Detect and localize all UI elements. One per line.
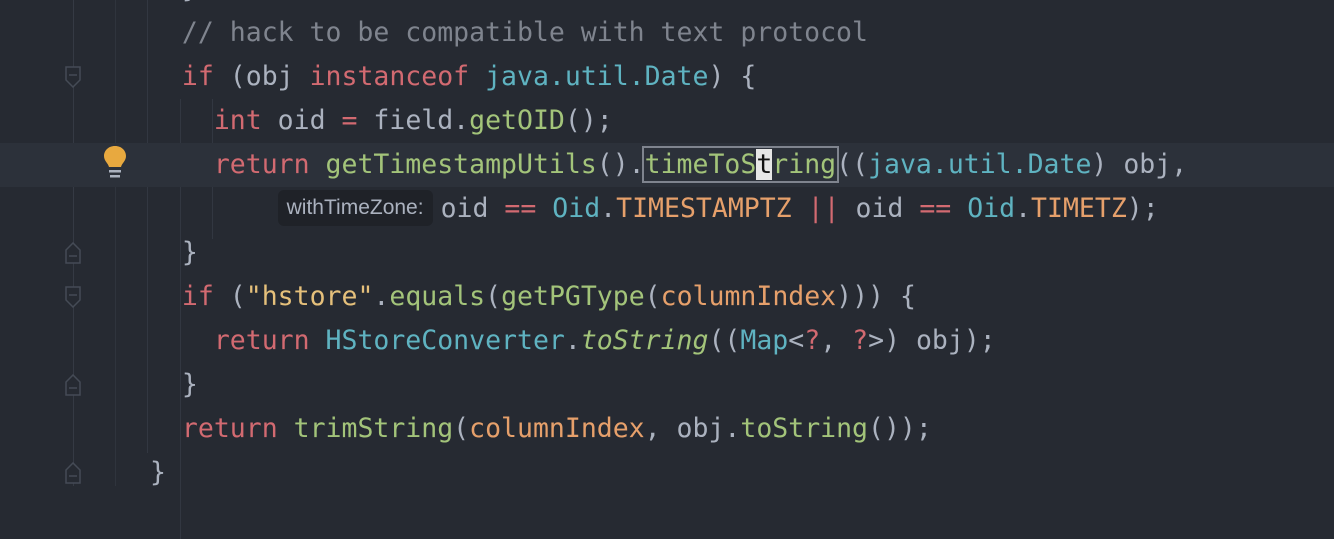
code-line[interactable]: if (obj instanceof java.util.Date) { <box>0 55 1334 99</box>
code-token: } <box>182 0 198 4</box>
code-token: HStoreConverter <box>325 325 565 356</box>
code-token: > <box>868 325 885 356</box>
code-token: (( <box>836 149 869 180</box>
code-token: { <box>884 281 916 312</box>
code-token: java.util.Date <box>868 149 1092 180</box>
code-line[interactable]: if ("hstore".equals(getPGType(columnInde… <box>0 275 1334 319</box>
lightbulb-intention-icon[interactable] <box>102 145 128 179</box>
code-token: ? <box>852 325 869 356</box>
code-token: TIMESTAMPTZ <box>616 193 792 224</box>
code-token: . <box>564 325 581 356</box>
code-token: ( <box>485 281 502 312</box>
code-line[interactable]: int oid = field.getOID(); <box>0 99 1334 143</box>
code-token: (obj <box>213 61 310 92</box>
code-token: getTimestampUtils <box>325 149 597 180</box>
code-token: return <box>213 325 310 356</box>
code-token: return <box>213 149 310 180</box>
code-token: oid <box>261 105 342 136</box>
parameter-inlay-hint: withTimeZone: <box>277 189 433 226</box>
code-token: oid <box>440 193 505 224</box>
code-token: ()); <box>868 413 932 444</box>
code-token: oid <box>839 193 920 224</box>
code-line[interactable]: return trimString(columnIndex, obj.toStr… <box>0 407 1334 451</box>
code-token: , <box>820 325 853 356</box>
code-token: Oid <box>552 193 601 224</box>
code-token: (); <box>564 105 613 136</box>
code-token: columnIndex <box>469 413 645 444</box>
code-line[interactable]: return HStoreConverter.toString((Map<?, … <box>0 319 1334 363</box>
code-token: TIMETZ <box>1031 193 1127 224</box>
code-token: ? <box>804 325 821 356</box>
code-token: Oid <box>967 193 1016 224</box>
code-token: if <box>181 281 214 312</box>
code-token: instanceof <box>309 61 470 92</box>
code-token: ) obj); <box>884 325 996 356</box>
code-token: // hack to be compatible with text proto… <box>181 17 868 48</box>
code-line[interactable]: } <box>0 0 1334 11</box>
code-token: columnIndex <box>660 281 837 312</box>
code-line[interactable]: } <box>0 451 1334 495</box>
code-token: Map <box>740 325 789 356</box>
code-token: || <box>807 193 840 224</box>
code-token: ))) <box>836 281 885 312</box>
code-token: getPGType <box>501 281 645 312</box>
code-token: ) { <box>708 61 757 92</box>
caret-char: t <box>756 149 773 180</box>
code-token: == <box>919 193 952 224</box>
code-token: ring <box>772 149 837 180</box>
code-token: return <box>181 413 278 444</box>
code-token: ( <box>213 281 246 312</box>
code-token: ( <box>644 281 661 312</box>
code-token: "hstore" <box>245 281 374 312</box>
code-token: java.util.Date <box>485 61 709 92</box>
highlighted-usage: timeToString <box>641 146 840 183</box>
code-line[interactable]: return getTimestampUtils().timeToString(… <box>0 143 1334 187</box>
code-token: field. <box>357 105 470 136</box>
code-editor[interactable]: } // hack to be compatible with text pro… <box>0 0 1334 539</box>
code-token: (( <box>708 325 741 356</box>
code-token: int <box>213 105 262 136</box>
code-token: < <box>788 325 805 356</box>
code-token: ) obj, <box>1091 149 1188 180</box>
code-token: (). <box>596 149 645 180</box>
code-token: equals <box>389 281 486 312</box>
code-token: ( <box>453 413 470 444</box>
code-token: } <box>150 457 166 488</box>
code-token: timeToS <box>644 149 757 180</box>
code-token: } <box>181 237 198 268</box>
code-token: ); <box>1126 193 1159 224</box>
code-token: == <box>504 193 537 224</box>
code-line[interactable]: // hack to be compatible with text proto… <box>0 11 1334 55</box>
code-token: getOID <box>469 105 565 136</box>
code-token: } <box>181 369 198 400</box>
code-token: . <box>600 193 617 224</box>
code-line[interactable]: } <box>0 363 1334 407</box>
code-line[interactable]: } <box>0 231 1334 275</box>
code-token: , obj. <box>644 413 741 444</box>
code-line[interactable]: withTimeZone: oid == Oid.TIMESTAMPTZ || o… <box>0 187 1334 231</box>
code-token: if <box>181 61 214 92</box>
code-token: toString <box>740 413 869 444</box>
code-token: . <box>373 281 390 312</box>
code-token: . <box>1015 193 1032 224</box>
code-token: = <box>341 105 358 136</box>
code-token: trimString <box>293 413 454 444</box>
code-token: toString <box>580 325 709 356</box>
